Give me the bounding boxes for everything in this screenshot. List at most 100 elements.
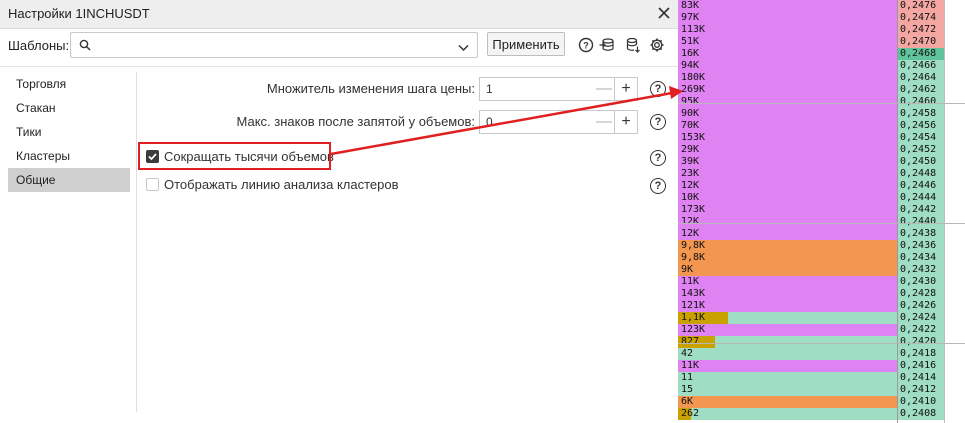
order-book-row[interactable]: 39K 0,2450 xyxy=(678,156,965,168)
volume-bar xyxy=(678,72,897,84)
price-value: 0,2434 xyxy=(900,252,937,263)
volume-bar xyxy=(678,96,897,108)
order-book-row[interactable]: 121K 0,2426 xyxy=(678,300,965,312)
sidebar-item-ticks[interactable]: Тики xyxy=(8,120,130,144)
volume-value: 95K xyxy=(681,96,700,107)
order-book-row[interactable]: 10K 0,2444 xyxy=(678,192,965,204)
price-value: 0,2452 xyxy=(900,144,937,155)
order-book-row[interactable]: 12K 0,2440 xyxy=(678,216,965,228)
gear-icon[interactable] xyxy=(648,36,666,54)
help-circle-icon[interactable]: ? xyxy=(577,36,595,54)
order-book-row[interactable]: 180K 0,2464 xyxy=(678,72,965,84)
order-book-row[interactable]: 94K 0,2466 xyxy=(678,60,965,72)
order-book-row[interactable]: 11K 0,2416 xyxy=(678,360,965,372)
order-book-gridline xyxy=(678,223,965,224)
price-value: 0,2462 xyxy=(900,84,937,95)
volume-bar xyxy=(678,168,897,180)
volume-bar xyxy=(678,300,897,312)
price-value: 0,2436 xyxy=(900,240,937,251)
volume-bar xyxy=(678,288,897,300)
volume-value: 51K xyxy=(681,36,700,47)
sidebar-item-clusters[interactable]: Кластеры xyxy=(8,144,130,168)
volume-value: 11K xyxy=(681,276,700,287)
order-book: 83K 0,2476 97K 0,2474 113K 0,2472 51K 0,2470 16K… xyxy=(678,0,965,423)
volume-value: 827 xyxy=(681,336,700,347)
volume-bar xyxy=(678,348,897,360)
volume-value: 90K xyxy=(681,108,700,119)
order-book-row[interactable]: 12K 0,2446 xyxy=(678,180,965,192)
import-template-icon[interactable] xyxy=(598,36,616,54)
search-icon xyxy=(79,38,91,56)
order-book-row[interactable]: 6K 0,2410 xyxy=(678,396,965,408)
order-book-row[interactable]: 83K 0,2476 xyxy=(678,0,965,12)
order-book-row[interactable]: 9,8K 0,2436 xyxy=(678,240,965,252)
order-book-row[interactable]: 29K 0,2452 xyxy=(678,144,965,156)
save-template-icon[interactable] xyxy=(624,36,642,54)
help-icon[interactable]: ? xyxy=(650,178,666,194)
order-book-row[interactable]: 269K 0,2462 xyxy=(678,84,965,96)
order-book-row[interactable]: 123K 0,2422 xyxy=(678,324,965,336)
volume-value: 39K xyxy=(681,156,700,167)
sidebar-item-general[interactable]: Общие xyxy=(8,168,130,192)
order-book-row[interactable]: 11K 0,2430 xyxy=(678,276,965,288)
max-decimals-value: 0 xyxy=(486,115,493,129)
order-book-row[interactable]: 15 0,2412 xyxy=(678,384,965,396)
increment-button[interactable]: + xyxy=(614,78,637,100)
price-value: 0,2474 xyxy=(900,12,937,23)
volume-bar xyxy=(678,360,897,372)
order-book-row[interactable]: 23K 0,2448 xyxy=(678,168,965,180)
order-book-row[interactable]: 11 0,2414 xyxy=(678,372,965,384)
price-value: 0,2438 xyxy=(900,228,937,239)
volume-value: 9,8K xyxy=(681,252,706,263)
order-book-row[interactable]: 1,1K 0,2424 xyxy=(678,312,965,324)
close-icon[interactable] xyxy=(654,3,674,23)
order-book-row[interactable]: 95K 0,2460 xyxy=(678,96,965,108)
volume-value: 153K xyxy=(681,132,706,143)
price-value: 0,2464 xyxy=(900,72,937,83)
show-cluster-line-label[interactable]: Отображать линию анализа кластеров xyxy=(164,177,399,192)
volume-value: 9K xyxy=(681,264,694,275)
order-book-row[interactable]: 42 0,2418 xyxy=(678,348,965,360)
order-book-row[interactable]: 262 0,2408 xyxy=(678,408,965,420)
volume-value: 121K xyxy=(681,300,706,311)
volume-bar xyxy=(678,372,897,384)
order-book-row[interactable]: 97K 0,2474 xyxy=(678,12,965,24)
volume-value: 70K xyxy=(681,120,700,131)
volume-value: 12K xyxy=(681,180,700,191)
templates-select[interactable] xyxy=(70,32,478,58)
order-book-row[interactable]: 113K 0,2472 xyxy=(678,24,965,36)
price-value: 0,2410 xyxy=(900,396,937,407)
volume-bar xyxy=(678,156,897,168)
order-book-row[interactable]: 827 0,2420 xyxy=(678,336,965,348)
max-decimals-label: Макс. знаков после запятой у объемов: xyxy=(236,114,476,129)
increment-button[interactable]: + xyxy=(614,111,637,133)
max-decimals-input[interactable]: 0 — + xyxy=(479,110,638,134)
order-book-row[interactable]: 9K 0,2432 xyxy=(678,264,965,276)
order-book-row[interactable]: 153K 0,2454 xyxy=(678,132,965,144)
volume-bar xyxy=(678,108,897,120)
order-book-row[interactable]: 12K 0,2438 xyxy=(678,228,965,240)
order-book-divider xyxy=(944,0,945,423)
help-icon[interactable]: ? xyxy=(650,81,666,97)
help-icon[interactable]: ? xyxy=(650,150,666,166)
order-book-row[interactable]: 51K 0,2470 xyxy=(678,36,965,48)
sidebar-item-trading[interactable]: Торговля xyxy=(8,72,130,96)
apply-button[interactable]: Применить xyxy=(487,32,565,56)
step-multiplier-input[interactable]: 1 — + xyxy=(479,77,638,101)
dialog-title: Настройки 1INCHUSDT xyxy=(8,6,150,21)
show-cluster-line-checkbox[interactable] xyxy=(146,178,159,191)
volume-value: 12K xyxy=(681,216,700,227)
order-book-row[interactable]: 9,8K 0,2434 xyxy=(678,252,965,264)
order-book-row[interactable]: 143K 0,2428 xyxy=(678,288,965,300)
order-book-row[interactable]: 70K 0,2456 xyxy=(678,120,965,132)
volume-value: 23K xyxy=(681,168,700,179)
decrement-button[interactable]: — xyxy=(595,111,613,133)
order-book-row[interactable]: 173K 0,2442 xyxy=(678,204,965,216)
price-value: 0,2460 xyxy=(900,96,937,107)
sidebar-item-dom[interactable]: Стакан xyxy=(8,96,130,120)
price-value: 0,2448 xyxy=(900,168,937,179)
decrement-button[interactable]: — xyxy=(595,78,613,100)
help-icon[interactable]: ? xyxy=(650,114,666,130)
order-book-row[interactable]: 90K 0,2458 xyxy=(678,108,965,120)
order-book-row[interactable]: 16K 0,2468 xyxy=(678,48,965,60)
